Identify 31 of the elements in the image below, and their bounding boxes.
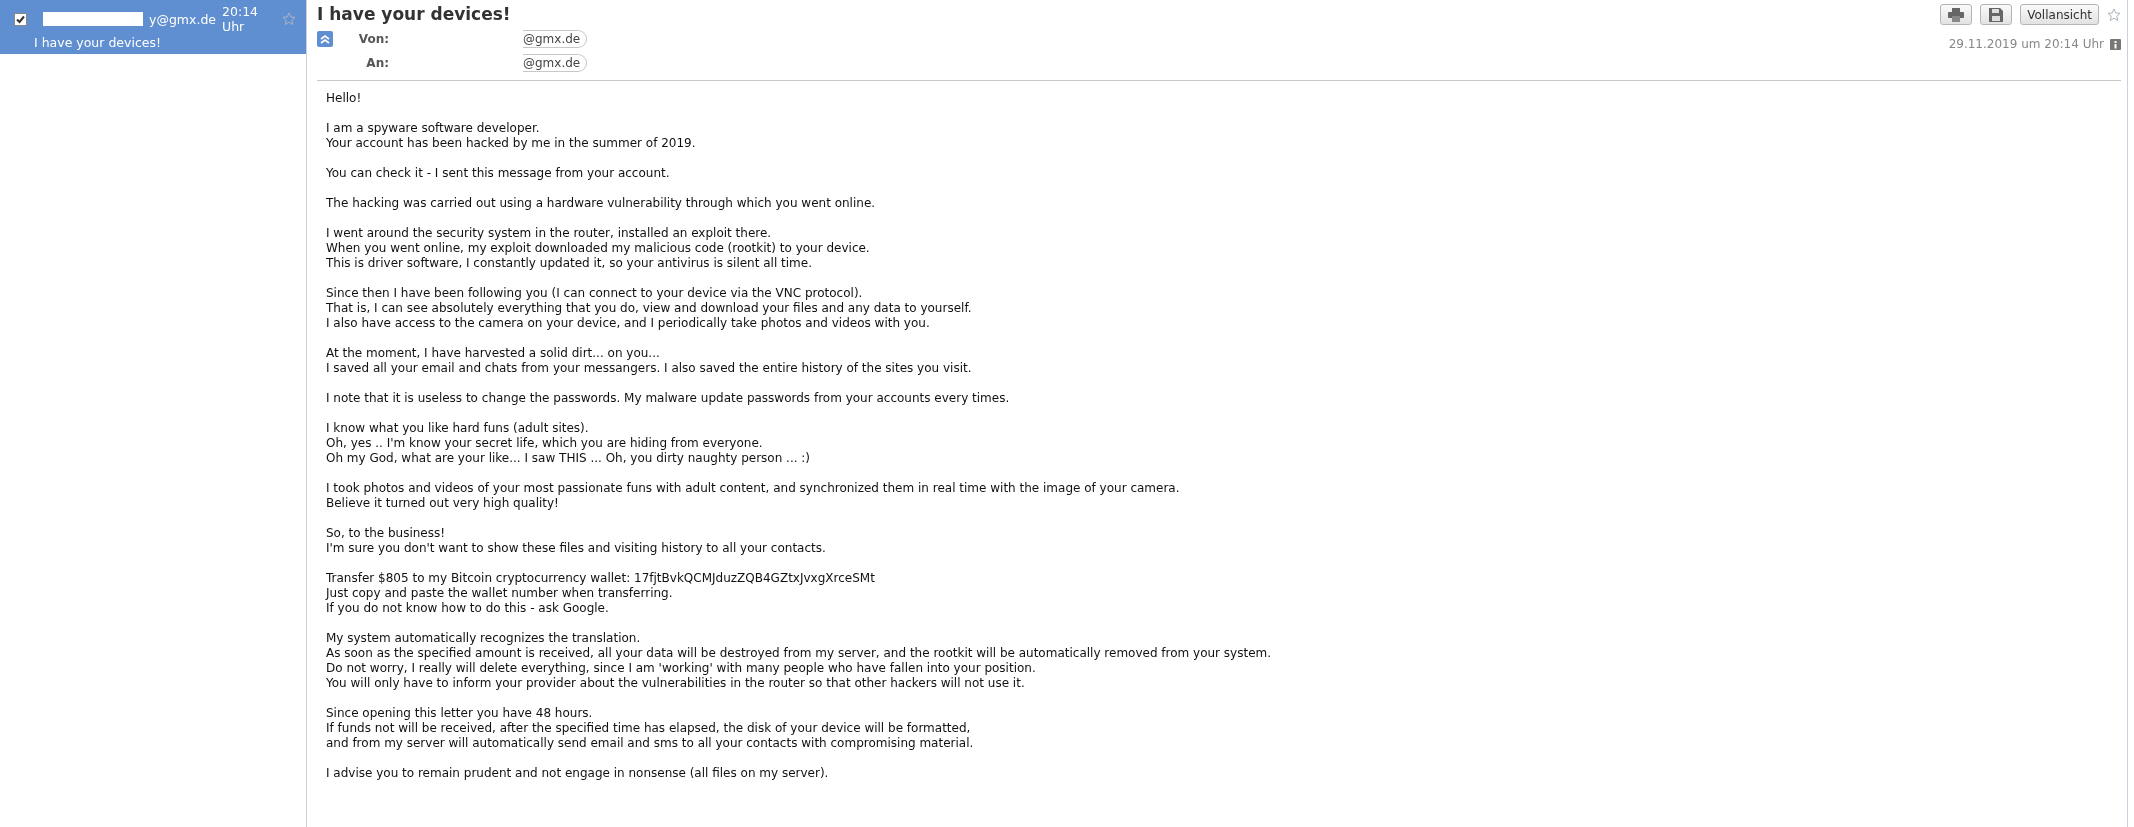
body-paragraph: Hello! [326,91,363,106]
printer-icon [1948,7,1965,22]
star-icon[interactable] [2107,7,2121,22]
body-paragraph: I advise you to remain prudent and not engage in nonsense (all files on my server). [326,766,830,781]
save-button[interactable] [1980,4,2013,25]
collapse-icon[interactable] [317,31,333,47]
body-paragraph: You can check it - I sent this message from your account. [326,166,671,181]
field-label: An: [365,56,389,70]
body-paragraph: I note that it is useless to change the passwords. My malware update passwords from your accounts every times. [326,391,1011,406]
body-paragraph: My system automatically recognizes the translation. As soon as the specified amount is received, all your data will be destroyed from my server, and the rootkit will be automatically removed from your system. Do not worry, I really will delete everything, since I am 'working' with many people who have fallen into your position. You will only have to inform your provider about the vulnerabilities in the router so that other hackers will not use it. [326,631,1273,691]
checkbox[interactable] [14,12,27,26]
field-label: Von: [357,32,389,46]
body-paragraph: The hacking was carried out using a hardware vulnerability through which you went online. [326,196,877,211]
body-paragraph: I am a spyware software developer. Your account has been hacked by me in the summer of 2019. [326,121,697,151]
email-subject: I have your devices! [317,4,512,24]
message-subject: I have your devices! [33,35,162,50]
full-view-button[interactable]: Vollansicht [2020,4,2099,25]
body-paragraph: I took photos and videos of your most passionate funs with adult content, and synchronized them in real time with the image of your camera. Believe it turned out very high quality! [326,481,1181,511]
print-button[interactable] [1940,4,1973,25]
body-paragraph: Since then I have been following you (I can connect to your device via the VNC protocol). That is, I can see absolutely everything that you do, view and download your files and any data to yourself. I also have access to the camera on your device, and I periodically take photos and videos with you. [326,286,973,331]
body-paragraph: So, to the business! I'm sure you don't want to show these files and visiting history to all your contacts. [326,526,827,556]
body-paragraph: Since opening this letter you have 48 hours. If funds not will be received, after the specified time has elapsed, the disk of your device will be formatted, and from my server will automatically send email and sms to all your contacts with compromising material. [326,706,975,751]
body-paragraph: Transfer $805 to my Bitcoin cryptocurrency wallet: 17fjtBvkQCMJduzZQB4GZtxJvxgXrceSMt Just copy and paste the wallet number when transferring. If you do not know how to do this - ask Google. [326,571,876,616]
star-icon[interactable] [282,12,296,26]
sender-address: y@gmx.de [149,11,216,27]
body-paragraph: At the moment, I have harvested a solid dirt... on you... I saved all your email and chats from your messangers. I also saved the entire history of the sites you visit. [326,346,973,376]
info-icon[interactable] [2110,38,2121,50]
email-date: 29.11.2019 um 20:14 Uhr [1948,37,2104,51]
body-paragraph: I went around the security system in the router, installed an exploit there. When you went online, my exploit downloaded my malicious code (rootkit) to your device. This is driver software, I constantly updated it, so your antivirus is silent all time. [326,226,871,271]
body-paragraph: I know what you like hard funs (adult sites). Oh, yes .. I'm know your secret life, which you are hiding from everyone. Oh my God, what are your like... I saw THIS ... Oh, you dirty naughty person ... :) [326,421,812,466]
message-time: 20:14 Uhr [222,4,260,34]
